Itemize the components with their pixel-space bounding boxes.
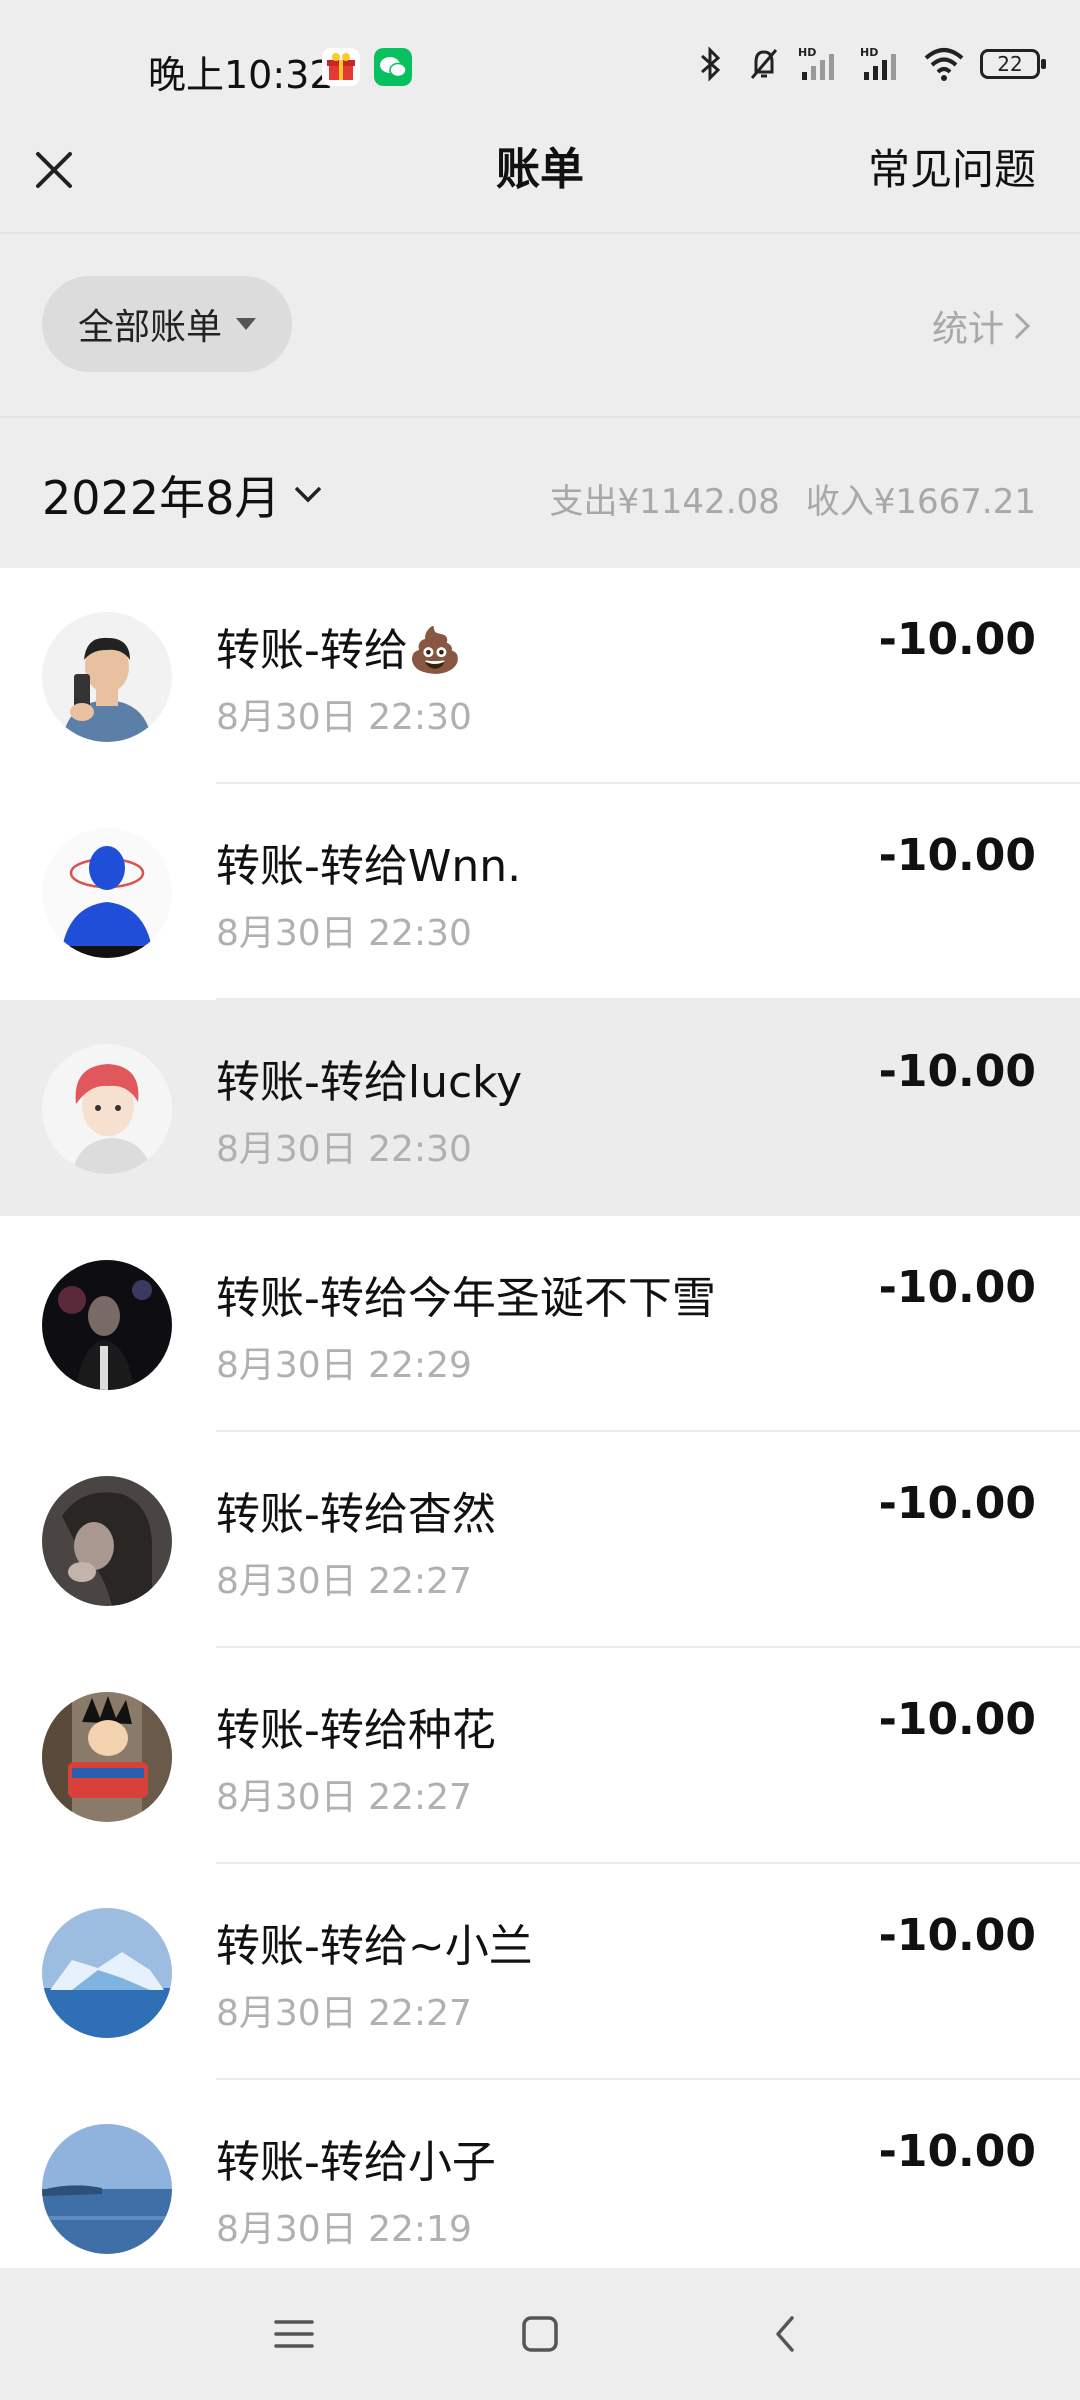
- svg-text:HD: HD: [860, 46, 878, 59]
- transaction-amount: -10.00: [878, 614, 1036, 665]
- signal-hd-icon: HD: [860, 46, 896, 80]
- transaction-time: 8月30日 22:19: [216, 2209, 472, 2250]
- status-right-icons: HD HD 22: [690, 44, 1046, 84]
- transaction-time: 8月30日 22:29: [216, 1345, 472, 1386]
- income-total: 收入¥1667.21: [805, 482, 1036, 522]
- avatar: [42, 1908, 172, 2038]
- transaction-amount: -10.00: [878, 1262, 1036, 1313]
- month-totals: 支出¥1142.08 收入¥1667.21: [550, 474, 1036, 523]
- transaction-row[interactable]: 转账-转给今年圣诞不下雪 8月30日 22:29 -10.00: [0, 1216, 1080, 1432]
- transaction-title: 转账-转给lucky: [216, 1057, 523, 1108]
- avatar: [42, 828, 172, 958]
- avatar: [42, 1044, 172, 1174]
- transaction-row[interactable]: 转账-转给种花 8月30日 22:27 -10.00: [0, 1648, 1080, 1864]
- month-selector[interactable]: 2022年8月: [42, 462, 326, 528]
- transaction-amount: -10.00: [878, 1046, 1036, 1097]
- transaction-title: 转账-转给~小兰: [216, 1921, 533, 1972]
- wechat-app-icon: [374, 48, 412, 86]
- transaction-row[interactable]: 转账-转给~小兰 8月30日 22:27 -10.00: [0, 1864, 1080, 2080]
- signal-hd-icon: HD: [798, 46, 834, 80]
- expense-total: 支出¥1142.08: [549, 482, 780, 522]
- filter-label: 全部账单: [77, 307, 222, 348]
- transaction-title: 转账-转给小子: [216, 2137, 496, 2188]
- transaction-row[interactable]: 转账-转给💩 8月30日 22:30 -10.00: [0, 568, 1080, 784]
- bill-type-filter[interactable]: 全部账单: [42, 276, 292, 372]
- svg-text:HD: HD: [798, 46, 816, 59]
- transaction-amount: -10.00: [878, 1478, 1036, 1529]
- status-bar: 晚上10:32 HD HD 22: [0, 0, 1080, 140]
- month-summary-row: 2022年8月 支出¥1142.08 收入¥1667.21: [0, 418, 1080, 568]
- battery-icon: 22: [980, 49, 1046, 79]
- transaction-time: 8月30日 22:27: [216, 1561, 472, 1602]
- transaction-row[interactable]: 转账-转给lucky 8月30日 22:30 -10.00: [0, 1000, 1080, 1216]
- transaction-amount: -10.00: [878, 830, 1036, 881]
- stats-label: 统计: [931, 309, 1004, 350]
- stats-link[interactable]: 统计: [932, 300, 1034, 352]
- avatar: [42, 1692, 172, 1822]
- faq-link[interactable]: 常见问题: [868, 140, 1036, 200]
- transaction-list: 转账-转给💩 8月30日 22:30 -10.00 转账-转给Wnn. 8月30…: [0, 568, 1080, 2268]
- transaction-time: 8月30日 22:30: [216, 913, 472, 954]
- transaction-row[interactable]: 转账-转给杳然 8月30日 22:27 -10.00: [0, 1432, 1080, 1648]
- status-time: 晚上10:32: [148, 53, 334, 97]
- transaction-row[interactable]: 转账-转给小子 8月30日 22:19 -10.00: [0, 2080, 1080, 2268]
- wifi-icon: [924, 48, 964, 81]
- avatar: [42, 1260, 172, 1390]
- transaction-time: 8月30日 22:30: [216, 697, 472, 738]
- gift-app-icon: [322, 48, 360, 86]
- transaction-time: 8月30日 22:27: [216, 1777, 472, 1818]
- filter-row: 全部账单 统计: [0, 234, 1080, 416]
- mute-bell-icon: [750, 49, 778, 79]
- chevron-right-icon: [1014, 312, 1031, 340]
- transaction-title: 转账-转给💩: [216, 625, 463, 676]
- transaction-title: 转账-转给种花: [216, 1705, 496, 1756]
- chevron-down-icon: [295, 486, 322, 503]
- transaction-amount: -10.00: [878, 2126, 1036, 2177]
- transaction-time: 8月30日 22:27: [216, 1993, 472, 2034]
- month-label: 2022年8月: [42, 471, 281, 525]
- back-icon[interactable]: [756, 2304, 816, 2364]
- system-nav-bar: [0, 2268, 1080, 2400]
- transaction-title: 转账-转给Wnn.: [216, 841, 522, 892]
- avatar: [42, 1476, 172, 1606]
- transaction-amount: -10.00: [878, 1694, 1036, 1745]
- status-app-icons: [322, 48, 412, 86]
- transaction-amount: -10.00: [878, 1910, 1036, 1961]
- transaction-time: 8月30日 22:30: [216, 1129, 472, 1170]
- avatar: [42, 612, 172, 742]
- bluetooth-icon: [701, 46, 721, 82]
- home-icon[interactable]: [510, 2304, 570, 2364]
- avatar: [42, 2124, 172, 2254]
- transaction-row[interactable]: 转账-转给Wnn. 8月30日 22:30 -10.00: [0, 784, 1080, 1000]
- transaction-title: 转账-转给今年圣诞不下雪: [216, 1273, 716, 1324]
- title-bar: 账单 常见问题: [0, 140, 1080, 232]
- menu-icon[interactable]: [264, 2304, 324, 2364]
- caret-down-icon: [236, 318, 256, 330]
- transaction-title: 转账-转给杳然: [216, 1489, 496, 1540]
